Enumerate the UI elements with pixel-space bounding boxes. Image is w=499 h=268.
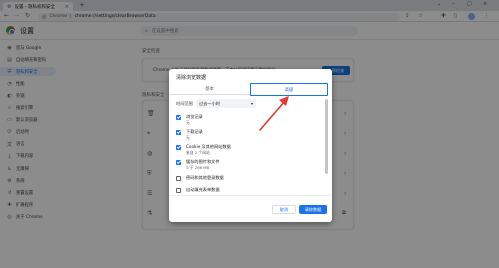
- time-range-label: 时间范围: [176, 101, 193, 106]
- option-description: 无: [186, 120, 190, 125]
- option-checkbox[interactable]: [176, 115, 181, 120]
- option-label: 自动填充表单数据: [186, 187, 220, 192]
- option-description: 少于 266 MB: [186, 165, 210, 170]
- tab-basic[interactable]: 基本: [169, 84, 250, 95]
- dialog-divider: [169, 195, 332, 196]
- option-description: 无: [186, 135, 190, 140]
- cancel-button[interactable]: 取消: [272, 205, 296, 214]
- time-range-value: 过去一小时: [199, 100, 220, 106]
- dialog-scrollbar[interactable]: [325, 97, 328, 193]
- clear-browsing-data-dialog: 清除浏览数据 基本 高级 时间范围 过去一小时 ▾ 浏览记录无下载记录无 Cook…: [169, 69, 332, 222]
- option-checkbox[interactable]: [176, 145, 181, 150]
- option-label: 密码和其他登录数据: [186, 175, 224, 180]
- option-checkbox[interactable]: [176, 160, 181, 165]
- option-checkbox[interactable]: [176, 130, 181, 135]
- dropdown-caret-icon: ▾: [250, 101, 253, 106]
- time-range-select[interactable]: 过去一小时 ▾: [196, 99, 256, 108]
- option-checkbox[interactable]: [176, 188, 181, 193]
- scroll-thumb[interactable]: [325, 99, 328, 174]
- dialog-title: 清除浏览数据: [176, 75, 207, 81]
- option-description: 来自 2 个网站: [186, 150, 210, 155]
- option-checkbox[interactable]: [176, 176, 181, 181]
- tab-advanced[interactable]: 高级: [250, 83, 328, 96]
- clear-data-button[interactable]: 清除数据: [299, 205, 327, 214]
